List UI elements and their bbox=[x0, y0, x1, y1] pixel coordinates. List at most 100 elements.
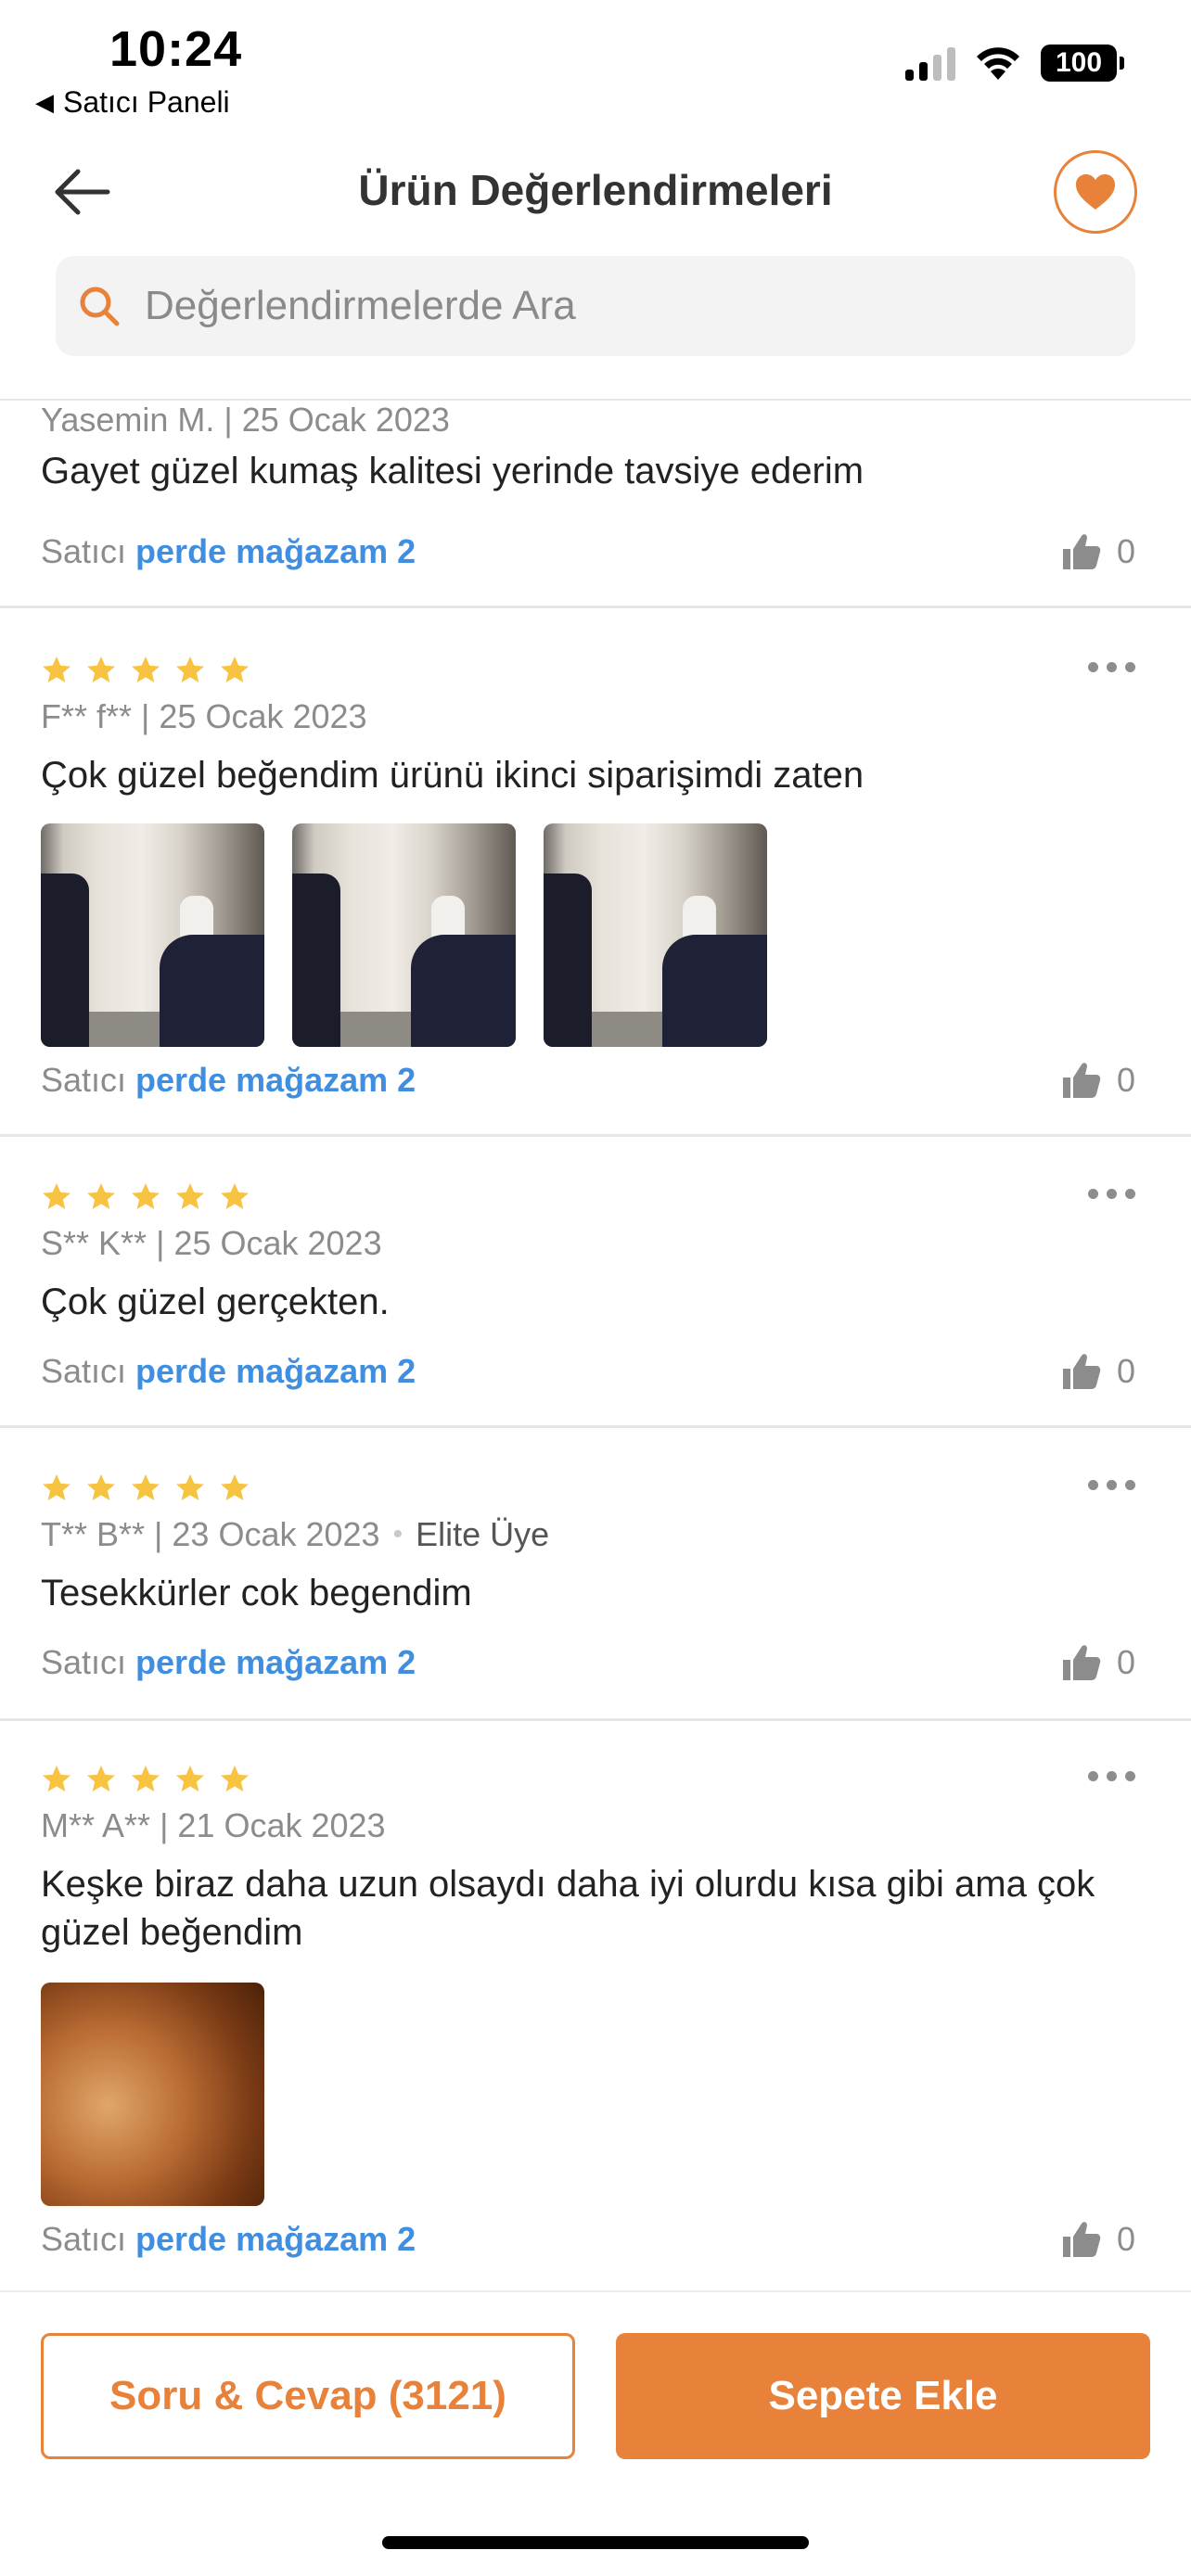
review-photos bbox=[41, 823, 767, 1047]
review-meta: T** B** | 23 Ocak 2023 • Elite Üye bbox=[41, 1515, 550, 1553]
star-icon bbox=[221, 1474, 249, 1500]
questions-answers-button[interactable]: Soru & Cevap (3121) bbox=[41, 2333, 575, 2459]
search-input[interactable]: Değerlendirmelerde Ara bbox=[56, 256, 1135, 356]
star-icon bbox=[132, 1183, 160, 1209]
star-rating bbox=[41, 1181, 250, 1213]
star-icon bbox=[132, 657, 160, 682]
review-author: S** K** bbox=[41, 1224, 147, 1262]
review-item: M** A** | 21 Ocak 2023 Keşke biraz daha … bbox=[0, 1721, 1191, 2296]
status-time: 10:24 bbox=[109, 21, 243, 77]
review-seller-row: Satıcı perde mağazam 2 0 bbox=[41, 1059, 1135, 1102]
more-options-icon[interactable] bbox=[1088, 1480, 1135, 1490]
seller-label: Satıcı bbox=[41, 532, 127, 570]
thumbs-up-icon bbox=[1062, 1645, 1101, 1680]
seller-label: Satıcı bbox=[41, 1061, 127, 1099]
review-date: 23 Ocak 2023 bbox=[172, 1515, 380, 1553]
like-count: 0 bbox=[1116, 1352, 1135, 1390]
review-author: T** B** bbox=[41, 1515, 146, 1553]
like-count: 0 bbox=[1116, 2220, 1135, 2258]
like-button[interactable]: 0 bbox=[1059, 1641, 1135, 1684]
thumbs-up-icon bbox=[1062, 1063, 1101, 1098]
review-photo[interactable] bbox=[41, 1983, 264, 2206]
review-seller-row: Satıcı perde mağazam 2 0 bbox=[41, 530, 1135, 573]
back-app-label: Satıcı Paneli bbox=[63, 85, 230, 119]
star-icon bbox=[87, 1183, 115, 1209]
review-seller-row: Satıcı perde mağazam 2 0 bbox=[41, 1350, 1135, 1393]
star-icon bbox=[132, 1766, 160, 1792]
like-count: 0 bbox=[1116, 1061, 1135, 1099]
review-date: 25 Ocak 2023 bbox=[241, 401, 450, 439]
like-button[interactable]: 0 bbox=[1059, 1059, 1135, 1102]
seller-link[interactable]: perde mağazam 2 bbox=[135, 2220, 416, 2258]
star-icon bbox=[221, 1183, 249, 1209]
battery-icon: 100 bbox=[1041, 45, 1124, 82]
star-icon bbox=[87, 657, 115, 682]
back-to-app-link[interactable]: ◀ Satıcı Paneli bbox=[35, 85, 230, 120]
review-comment: Çok güzel beğendim ürünü ikinci siparişi… bbox=[41, 755, 864, 796]
review-author: F** f** bbox=[41, 697, 133, 735]
star-icon bbox=[176, 1474, 204, 1500]
search-icon bbox=[80, 287, 120, 326]
review-meta: M** A** | 21 Ocak 2023 bbox=[41, 1806, 386, 1844]
review-comment: Gayet güzel kumaş kalitesi yerinde tavsi… bbox=[41, 451, 864, 491]
favorite-button[interactable] bbox=[1054, 150, 1137, 234]
page-title: Ürün Değerlendirmeleri bbox=[358, 166, 833, 214]
thumbs-up-icon bbox=[1062, 534, 1101, 569]
more-options-icon[interactable] bbox=[1088, 1189, 1135, 1199]
star-rating bbox=[41, 655, 250, 686]
star-icon bbox=[43, 1183, 70, 1209]
bottom-action-bar: Soru & Cevap (3121) Sepete Ekle bbox=[0, 2290, 1191, 2576]
wifi-icon bbox=[977, 47, 1019, 80]
star-icon bbox=[87, 1766, 115, 1792]
seller-label: Satıcı bbox=[41, 1643, 127, 1681]
app-header: Ürün Değerlendirmeleri bbox=[0, 139, 1191, 243]
star-icon bbox=[132, 1474, 160, 1500]
review-date: 21 Ocak 2023 bbox=[177, 1806, 386, 1844]
home-indicator bbox=[382, 2536, 809, 2549]
review-author: Yasemin M. bbox=[41, 401, 215, 439]
seller-label: Satıcı bbox=[41, 2220, 127, 2258]
star-icon bbox=[221, 1766, 249, 1792]
star-icon bbox=[221, 657, 249, 682]
add-to-cart-button[interactable]: Sepete Ekle bbox=[616, 2333, 1150, 2459]
thumbs-up-icon bbox=[1062, 2222, 1101, 2257]
star-icon bbox=[176, 657, 204, 682]
review-seller-row: Satıcı perde mağazam 2 0 bbox=[41, 1641, 1135, 1684]
review-seller-row: Satıcı perde mağazam 2 0 bbox=[41, 2218, 1135, 2261]
review-author: M** A** bbox=[41, 1806, 151, 1844]
cellular-signal-icon bbox=[905, 45, 955, 81]
review-comment: Keşke biraz daha uzun olsaydı daha iyi o… bbox=[41, 1864, 1095, 1953]
review-photo[interactable] bbox=[544, 823, 767, 1047]
review-photo[interactable] bbox=[41, 823, 264, 1047]
seller-link[interactable]: perde mağazam 2 bbox=[135, 1352, 416, 1390]
like-button[interactable]: 0 bbox=[1059, 530, 1135, 573]
thumbs-up-icon bbox=[1062, 1354, 1101, 1389]
search-placeholder: Değerlendirmelerde Ara bbox=[145, 283, 576, 328]
star-icon bbox=[176, 1766, 204, 1792]
like-count: 0 bbox=[1116, 532, 1135, 570]
star-icon bbox=[176, 1183, 204, 1209]
review-item: F** f** | 25 Ocak 2023 Çok güzel beğendi… bbox=[0, 608, 1191, 1137]
like-button[interactable]: 0 bbox=[1059, 2218, 1135, 2261]
review-item: Yasemin M. | 25 Ocak 2023 Gayet güzel ku… bbox=[0, 401, 1191, 608]
heart-icon bbox=[1076, 174, 1115, 210]
star-rating bbox=[41, 1473, 250, 1504]
star-icon bbox=[43, 1766, 70, 1792]
review-meta: Yasemin M. | 25 Ocak 2023 bbox=[41, 401, 450, 439]
seller-link[interactable]: perde mağazam 2 bbox=[135, 532, 416, 570]
like-button[interactable]: 0 bbox=[1059, 1350, 1135, 1393]
more-options-icon[interactable] bbox=[1088, 662, 1135, 672]
review-meta: F** f** | 25 Ocak 2023 bbox=[41, 697, 367, 735]
review-date: 25 Ocak 2023 bbox=[173, 1224, 382, 1262]
review-comment: Tesekkürler cok begendim bbox=[41, 1573, 472, 1613]
review-photo[interactable] bbox=[292, 823, 516, 1047]
seller-link[interactable]: perde mağazam 2 bbox=[135, 1643, 416, 1681]
review-item: T** B** | 23 Ocak 2023 • Elite Üye Tesek… bbox=[0, 1428, 1191, 1721]
seller-link[interactable]: perde mağazam 2 bbox=[135, 1061, 416, 1099]
star-icon bbox=[87, 1474, 115, 1500]
back-triangle-icon: ◀ bbox=[35, 88, 54, 116]
review-meta: S** K** | 25 Ocak 2023 bbox=[41, 1224, 382, 1262]
more-options-icon[interactable] bbox=[1088, 1771, 1135, 1781]
star-rating bbox=[41, 1764, 250, 1795]
review-item: S** K** | 25 Ocak 2023 Çok güzel gerçekt… bbox=[0, 1137, 1191, 1428]
